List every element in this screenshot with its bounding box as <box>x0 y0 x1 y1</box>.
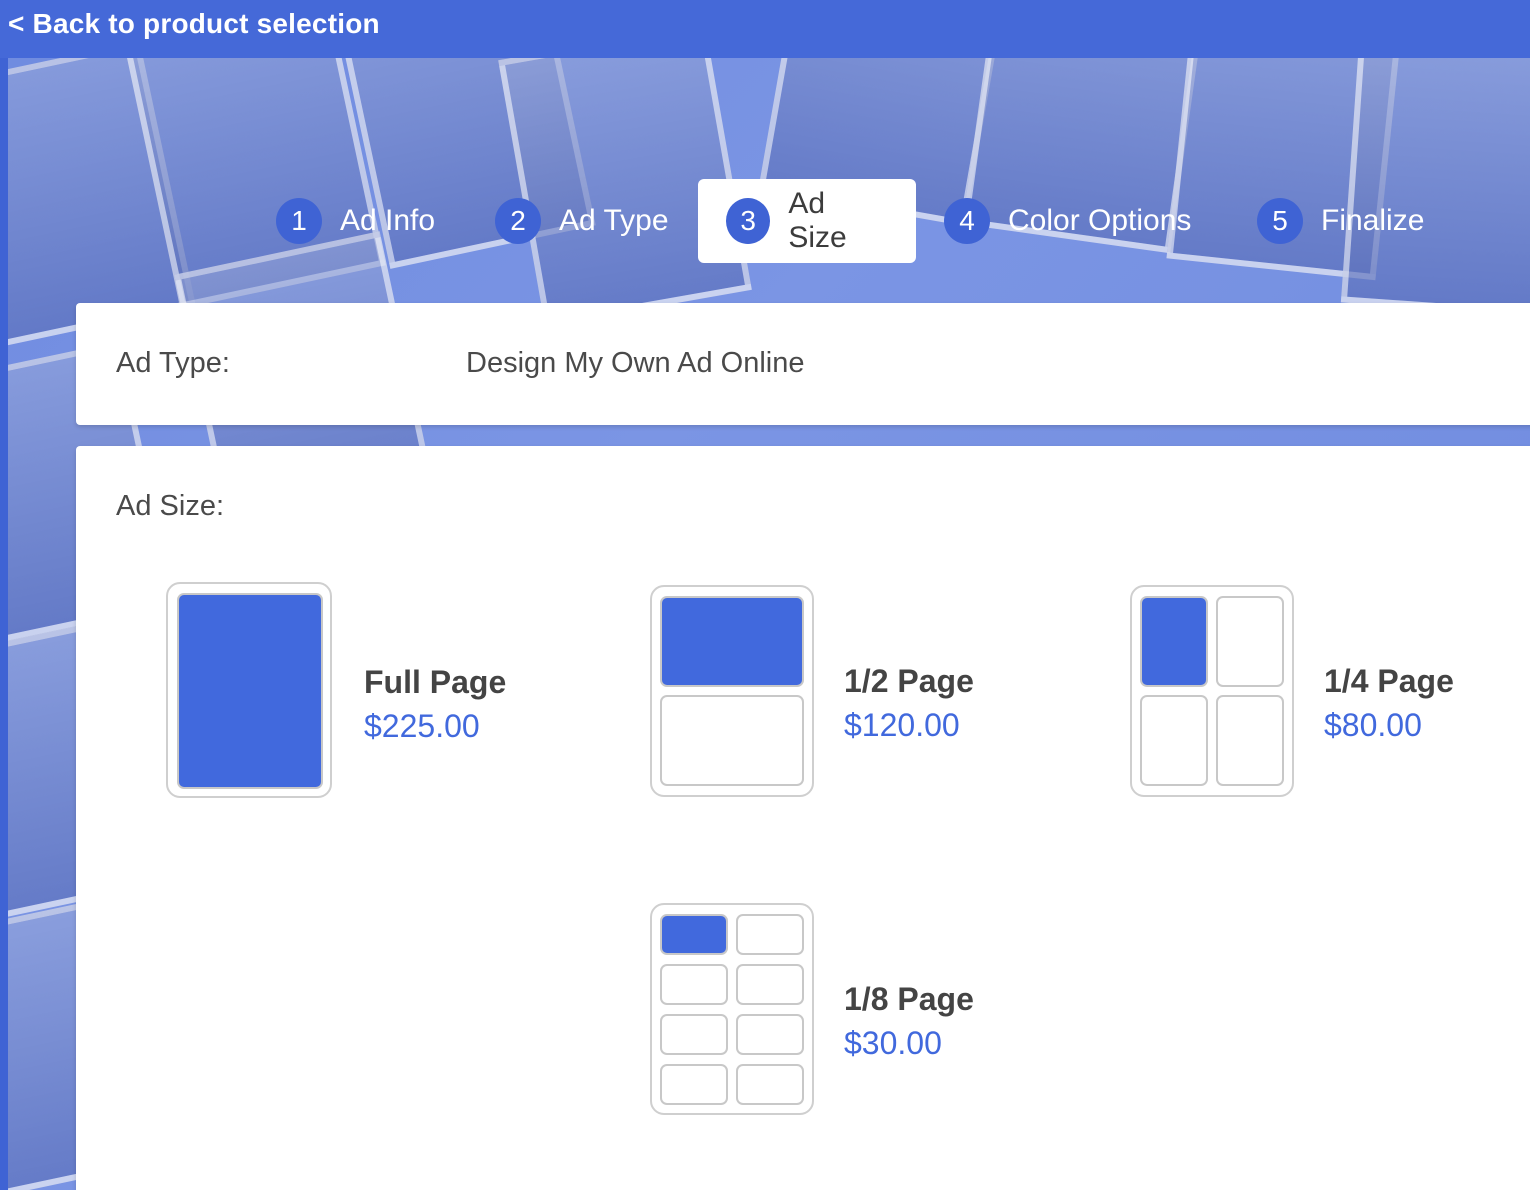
eighth-page-thumbnail <box>650 903 814 1115</box>
step-color-options[interactable]: 4 Color Options <box>944 179 1191 263</box>
layout-cell <box>736 914 804 955</box>
back-to-product-selection-link[interactable]: < Back to product selection <box>8 8 380 40</box>
layout-cell <box>660 695 804 786</box>
layout-cell <box>736 964 804 1005</box>
layout-cell <box>660 964 728 1005</box>
step-label: Color Options <box>1008 204 1192 237</box>
quarter-page-thumbnail <box>1130 585 1294 797</box>
step-finalize[interactable]: 5 Finalize <box>1257 179 1424 263</box>
layout-cell <box>1140 695 1208 786</box>
step-label: Ad Size <box>788 187 847 254</box>
layout-cell <box>177 593 323 789</box>
step-label: Ad Info <box>340 204 436 237</box>
layout-cell <box>1216 596 1284 687</box>
ad-type-label: Ad Type: <box>116 347 230 379</box>
layout-cell <box>660 596 804 687</box>
ad-type-card: Ad Type: Design My Own Ad Online <box>76 303 1530 425</box>
step-label: Finalize <box>1321 204 1425 237</box>
option-name: 1/4 Page <box>1324 663 1454 699</box>
option-name: 1/2 Page <box>844 663 974 699</box>
full-page-thumbnail <box>166 582 332 798</box>
step-ad-size[interactable]: 3 Ad Size <box>698 179 916 263</box>
option-name: 1/8 Page <box>844 981 974 1017</box>
layout-cell <box>660 1064 728 1105</box>
step-number-circle: 4 <box>944 198 990 244</box>
half-page-thumbnail <box>650 585 814 797</box>
ad-size-label: Ad Size: <box>116 490 224 522</box>
step-label: Ad Type <box>559 204 669 237</box>
layout-cell <box>660 914 728 955</box>
step-progress-nav: 1 Ad Info 2 Ad Type 3 Ad Size 4 Color Op… <box>0 179 1530 263</box>
option-price: $120.00 <box>844 707 960 743</box>
step-number-circle: 2 <box>495 198 541 244</box>
layout-cell <box>736 1014 804 1055</box>
step-number-circle: 5 <box>1257 198 1303 244</box>
option-name: Full Page <box>364 664 507 700</box>
layout-cell <box>736 1064 804 1105</box>
layout-cell <box>660 1014 728 1055</box>
step-number-circle: 3 <box>726 198 771 244</box>
option-price: $225.00 <box>364 708 480 744</box>
layout-cell <box>1216 695 1284 786</box>
layout-cell <box>1140 596 1208 687</box>
option-price: $30.00 <box>844 1025 942 1061</box>
step-number-circle: 1 <box>276 198 322 244</box>
option-price: $80.00 <box>1324 707 1422 743</box>
ad-type-value: Design My Own Ad Online <box>466 347 805 379</box>
ad-size-card: Ad Size: Full Page $225.00 1/2 Page $120… <box>76 446 1530 1190</box>
step-ad-type[interactable]: 2 Ad Type <box>495 179 669 263</box>
step-ad-info[interactable]: 1 Ad Info <box>276 179 435 263</box>
